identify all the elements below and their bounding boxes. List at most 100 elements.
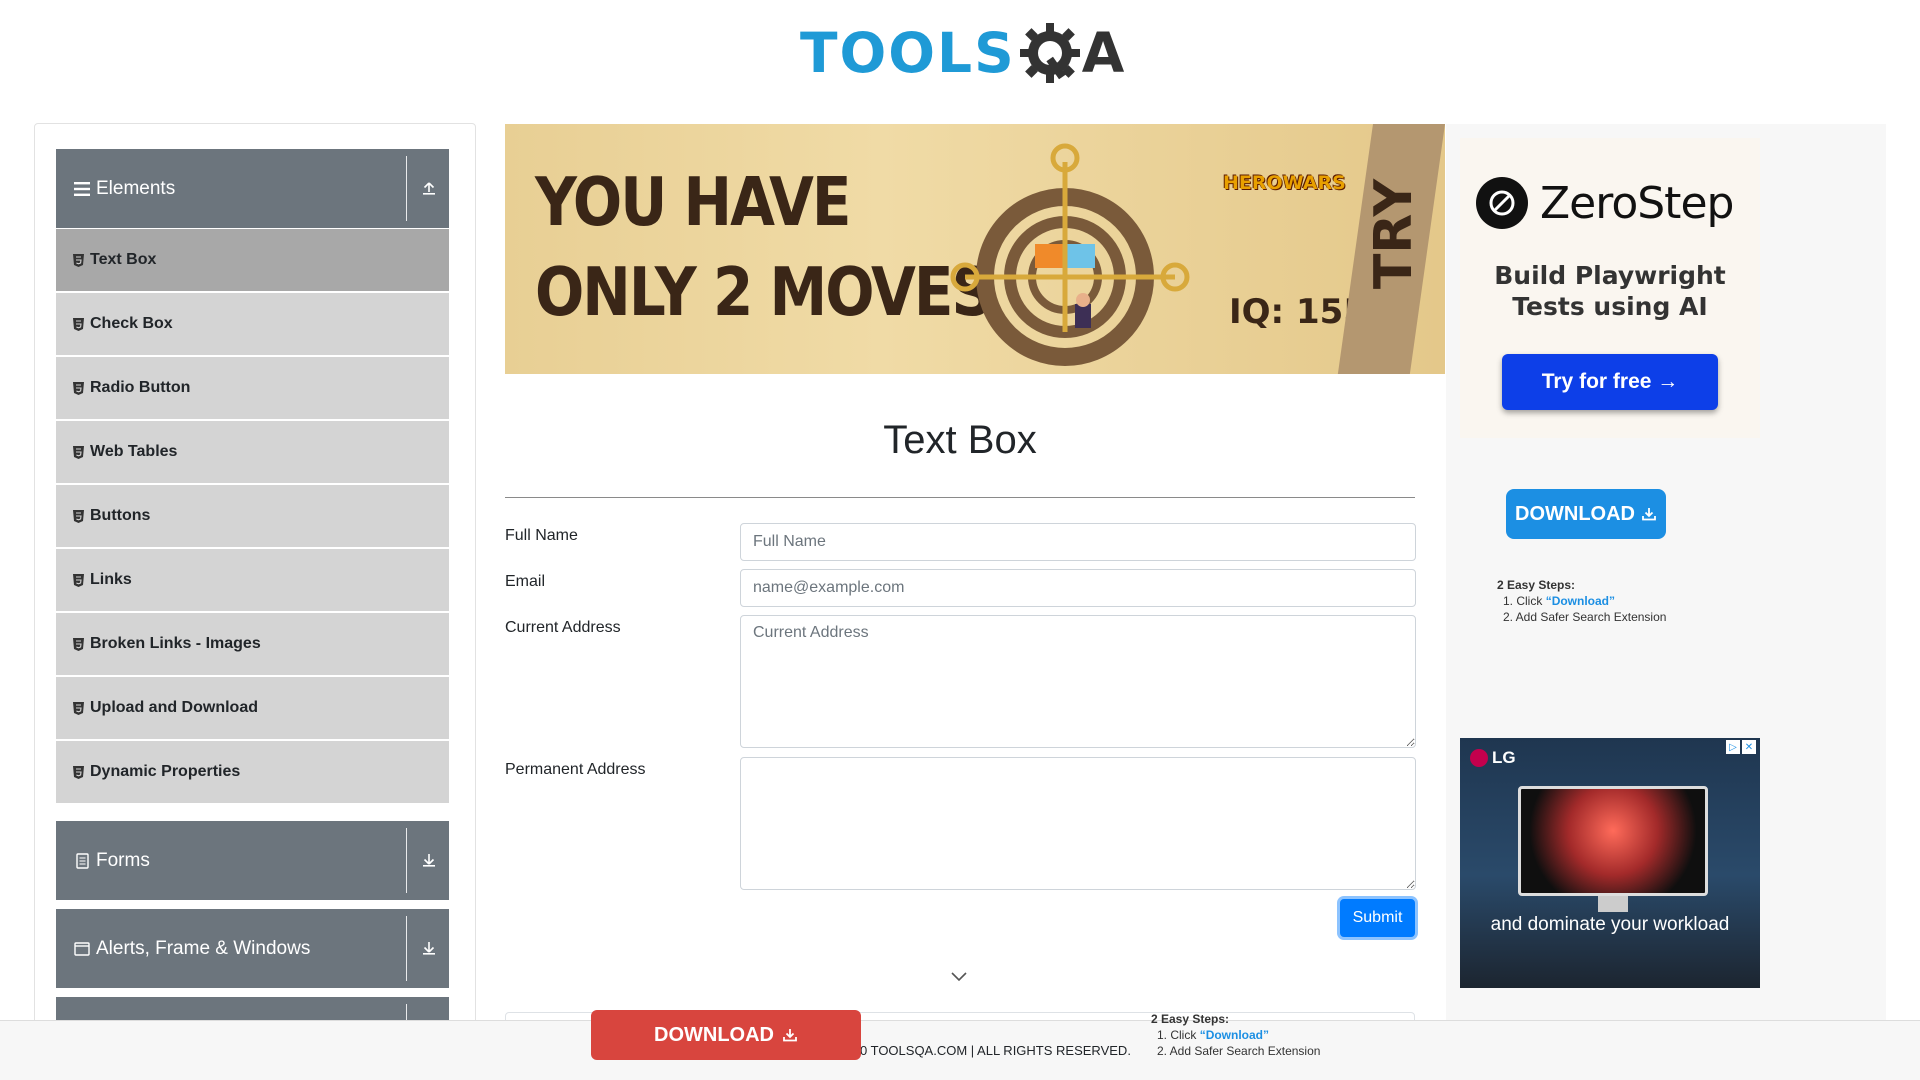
steps-title: 2 Easy Steps: [1151, 1012, 1230, 1026]
html5-icon [71, 572, 85, 588]
full-name-label: Full Name [505, 527, 578, 544]
sidebar-item-web-tables[interactable]: Web Tables [56, 421, 449, 483]
zerostep-tagline-line2: Tests using AI [1512, 292, 1708, 321]
sidebar-item-label: Broken Links - Images [90, 635, 261, 652]
lg-brand: LG [1492, 748, 1516, 767]
monitor-image [1518, 786, 1708, 896]
step1-download-link[interactable]: “Download” [1200, 1028, 1269, 1042]
html5-icon [71, 252, 85, 268]
sidebar-item-broken-links[interactable]: Broken Links - Images [56, 613, 449, 675]
gear-q-icon [1019, 23, 1080, 83]
download-arrow-icon[interactable] [418, 937, 440, 959]
logo-text-tools: TOOLS [800, 21, 1016, 85]
maze-illustration [950, 143, 1190, 366]
sidebar-item-label: Links [90, 571, 132, 588]
header: TOOLS A [0, 0, 1920, 100]
document-icon [73, 852, 91, 870]
step1-text: 1. Click [1157, 1028, 1200, 1042]
download-label: DOWNLOAD [1515, 502, 1635, 525]
zerostep-mark-icon [1476, 177, 1528, 229]
sidebar-item-label: Web Tables [90, 443, 178, 460]
adchoices[interactable]: ▷ ✕ [1726, 740, 1756, 754]
sidebar-item-upload-download[interactable]: Upload and Download [56, 677, 449, 739]
current-address-textarea[interactable] [740, 615, 1416, 748]
site-logo[interactable]: TOOLS A [800, 14, 1124, 92]
sidebar-item-label: Check Box [90, 315, 173, 332]
sidebar-item-label: Buttons [90, 507, 151, 524]
html5-icon [71, 444, 85, 460]
group-title: Alerts, Frame & Windows [96, 937, 311, 959]
close-icon[interactable]: ✕ [1742, 740, 1756, 754]
zerostep-brand: ZeroStep [1540, 177, 1734, 229]
try-for-free-button[interactable]: Try for free → [1502, 354, 1718, 410]
steps-bottom: 2 Easy Steps: 1. Click “Download” 2. Add… [1151, 1011, 1320, 1059]
step2-text: 2. Add Safer Search Extension [1503, 610, 1667, 624]
step1-download-link[interactable]: “Download” [1546, 594, 1615, 608]
zerostep-tagline-line1: Build Playwright [1494, 261, 1726, 290]
steps-title: 2 Easy Steps: [1497, 578, 1576, 592]
download-label: DOWNLOAD [654, 1023, 774, 1046]
html5-icon [71, 508, 85, 524]
banner-ad[interactable]: YOU HAVE ONLY 2 MOVES HEROWARS IQ: 155 T… [505, 124, 1445, 374]
html5-icon [71, 380, 85, 396]
download-icon [783, 1029, 797, 1042]
page-title: Text Box [883, 418, 1037, 462]
html5-icon [71, 636, 85, 652]
permanent-address-textarea[interactable] [740, 757, 1416, 890]
step2-text: 2. Add Safer Search Extension [1157, 1044, 1321, 1058]
logo-text-a: A [1081, 21, 1125, 85]
monitor-stand [1598, 896, 1628, 912]
window-icon [73, 940, 91, 958]
email-input[interactable] [740, 569, 1416, 607]
sidebar-item-check-box[interactable]: Check Box [56, 293, 449, 355]
sidebar-item-dynamic-properties[interactable]: Dynamic Properties [56, 741, 449, 803]
lg-logo: LG [1470, 748, 1516, 768]
sidebar-item-links[interactable]: Links [56, 549, 449, 611]
hamburger-icon [73, 180, 91, 198]
banner-headline-line2: ONLY 2 MOVES [535, 252, 993, 332]
zerostep-tagline: Build Playwright Tests using AI [1460, 260, 1760, 322]
divider [406, 916, 407, 981]
sidebar-item-buttons[interactable]: Buttons [56, 485, 449, 547]
download-button-bottom[interactable]: DOWNLOAD [591, 1010, 861, 1060]
banner-headline-line1: YOU HAVE [535, 162, 852, 242]
email-label: Email [505, 573, 546, 590]
adchoices-icon[interactable]: ▷ [1726, 740, 1740, 754]
group-header-elements[interactable]: Elements [56, 149, 449, 228]
sidebar-item-label: Text Box [90, 251, 157, 268]
banner-cta[interactable]: TRY [1364, 179, 1424, 289]
group-title: Elements [96, 177, 176, 199]
left-sidebar: Elements Text Box Check Box Radio Button… [34, 123, 476, 1080]
html5-icon [71, 700, 85, 716]
sidebar-item-text-box[interactable]: Text Box [56, 229, 449, 291]
lg-ad[interactable]: LG ▷ ✕ and dominate your workload [1460, 738, 1760, 988]
download-arrow-icon[interactable] [418, 849, 440, 871]
herowars-logo: HEROWARS [1223, 172, 1346, 194]
html5-icon [71, 764, 85, 780]
zerostep-logo: ZeroStep [1476, 177, 1734, 229]
html5-icon [71, 316, 85, 332]
group-header-alerts[interactable]: Alerts, Frame & Windows [56, 909, 449, 988]
full-name-input[interactable] [740, 523, 1416, 561]
sidebar-item-radio-button[interactable]: Radio Button [56, 357, 449, 419]
sidebar-item-label: Dynamic Properties [90, 763, 241, 780]
lg-logo-icon [1470, 749, 1488, 767]
chevron-down-icon[interactable] [950, 970, 968, 984]
group-header-forms[interactable]: Forms [56, 821, 449, 900]
download-button-right[interactable]: DOWNLOAD [1506, 489, 1666, 539]
divider [406, 156, 407, 221]
title-divider [505, 497, 1415, 498]
divider [406, 828, 407, 893]
upload-arrow-icon[interactable] [418, 177, 440, 199]
current-address-label: Current Address [505, 619, 621, 636]
lg-caption: and dominate your workload [1490, 914, 1730, 935]
steps-right: 2 Easy Steps: 1. Click “Download” 2. Add… [1497, 577, 1666, 625]
permanent-address-label: Permanent Address [505, 761, 646, 778]
sidebar-item-label: Upload and Download [90, 699, 258, 716]
sidebar-item-label: Radio Button [90, 379, 191, 396]
download-icon [1642, 508, 1656, 521]
step1-text: 1. Click [1503, 594, 1546, 608]
group-title: Forms [96, 849, 150, 871]
copyright-text: 0 TOOLSQA.COM | ALL RIGHTS RESERVED. [860, 1043, 1131, 1058]
submit-button[interactable]: Submit [1340, 899, 1415, 937]
